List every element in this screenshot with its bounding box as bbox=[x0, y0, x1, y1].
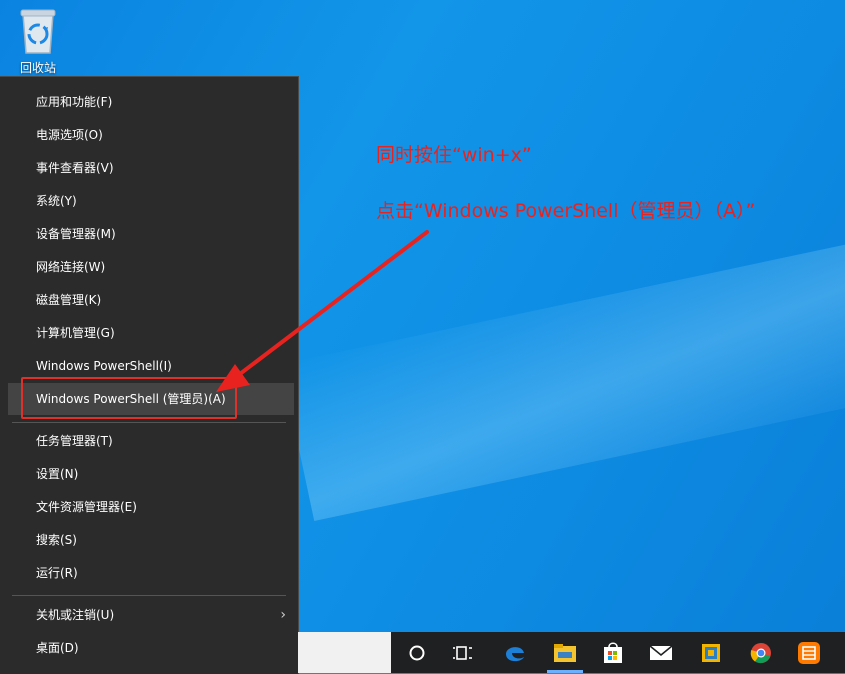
cortana-button[interactable] bbox=[393, 632, 441, 673]
app-button[interactable] bbox=[687, 632, 735, 673]
file-explorer-icon bbox=[554, 643, 576, 662]
chrome-icon bbox=[750, 642, 771, 663]
task-view-icon bbox=[453, 645, 472, 660]
edge-button[interactable] bbox=[491, 632, 539, 673]
file-explorer-button[interactable] bbox=[541, 632, 589, 673]
mail-button[interactable] bbox=[637, 632, 685, 673]
edge-icon bbox=[506, 646, 524, 661]
cortana-circle-icon bbox=[409, 645, 425, 660]
task-view-button[interactable] bbox=[439, 632, 487, 673]
app-icon bbox=[702, 643, 720, 662]
taskbar bbox=[391, 632, 845, 673]
chrome-button[interactable] bbox=[737, 632, 785, 673]
mail-icon bbox=[649, 644, 673, 660]
annotation-arrow bbox=[216, 230, 429, 392]
orange-app-button[interactable] bbox=[785, 632, 833, 673]
taskbar-search-area[interactable] bbox=[298, 632, 391, 673]
store-icon bbox=[604, 641, 622, 663]
app-orange-icon bbox=[798, 641, 820, 664]
store-button[interactable] bbox=[589, 632, 637, 673]
